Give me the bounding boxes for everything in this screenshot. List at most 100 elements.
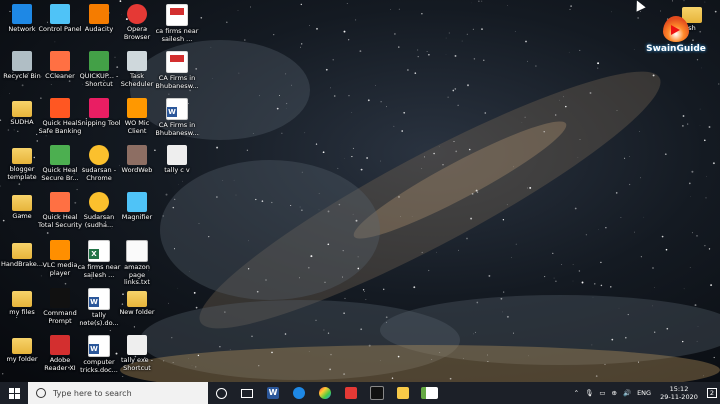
star — [454, 54, 457, 57]
taskbar-book[interactable] — [416, 382, 442, 404]
star — [476, 191, 479, 193]
star — [461, 40, 463, 42]
start-button[interactable] — [0, 382, 28, 404]
star — [661, 235, 664, 238]
star — [476, 301, 479, 304]
desktop-icon[interactable]: Magnifier — [115, 192, 159, 222]
desktop-icon[interactable]: tally exe - Shortcut — [115, 335, 159, 372]
desktop-icon[interactable]: Adobe Reader XI — [38, 335, 82, 372]
star — [555, 280, 557, 283]
desktop-icon[interactable]: tally c v — [155, 145, 199, 175]
star — [708, 248, 711, 250]
desktop-icon[interactable]: WO Mic Client — [115, 98, 159, 135]
txt-icon — [126, 240, 148, 262]
word-icon — [166, 98, 188, 120]
star — [628, 183, 631, 186]
star — [682, 340, 684, 343]
desktop-icon[interactable]: Task Scheduler — [115, 51, 159, 88]
star — [329, 368, 332, 371]
desktop-icon-label: Quick Heal Secure Br... — [41, 166, 79, 182]
star — [368, 344, 371, 347]
star — [525, 40, 527, 43]
desktop-icon[interactable]: Quick Heal Total Security — [38, 192, 82, 229]
star — [397, 355, 400, 358]
star — [428, 269, 430, 272]
desktop-icon[interactable]: Command Prompt — [38, 288, 82, 325]
desktop-icon[interactable]: Quick Heal Safe Banking — [38, 98, 82, 135]
star — [687, 123, 689, 125]
star — [579, 49, 581, 51]
desktop-icon[interactable]: VLC media player — [38, 240, 82, 277]
network-icon[interactable]: ▭ — [599, 389, 605, 397]
taskbar-media[interactable] — [338, 382, 364, 404]
star — [581, 281, 584, 284]
notification-center-button[interactable]: 2 — [706, 388, 717, 398]
star — [391, 377, 394, 379]
desktop-icon[interactable]: ca firms near sailesh ... — [155, 4, 199, 43]
star — [475, 189, 478, 192]
volume-icon[interactable]: 🔊 — [623, 389, 631, 397]
star — [333, 95, 336, 97]
task-view-button[interactable] — [234, 382, 260, 404]
star — [463, 358, 464, 359]
language-indicator[interactable]: ENG — [637, 389, 651, 397]
audacity-icon — [89, 4, 109, 24]
desktop-icon[interactable]: New folder — [115, 288, 159, 317]
star — [699, 108, 701, 110]
star — [654, 331, 656, 333]
taskbar-cmd[interactable] — [364, 382, 390, 404]
star — [600, 261, 602, 264]
taskbar-search-box[interactable]: Type here to search — [28, 382, 208, 404]
star — [577, 157, 579, 158]
globe-icon[interactable]: ⊕ — [612, 389, 617, 397]
star — [570, 5, 572, 7]
star — [483, 59, 485, 61]
star — [318, 193, 320, 194]
star — [688, 182, 691, 185]
star — [162, 215, 164, 217]
taskbar-edge[interactable] — [286, 382, 312, 404]
star — [200, 16, 203, 19]
star — [45, 135, 47, 137]
star — [46, 232, 49, 234]
desktop-icon[interactable]: amazon page links.txt — [115, 240, 159, 287]
desktop-icon-label: CCleaner — [45, 72, 75, 80]
taskbar-explorer[interactable] — [390, 382, 416, 404]
star — [604, 363, 606, 365]
star — [683, 0, 685, 2]
desktop-icon[interactable]: WordWeb — [115, 145, 159, 175]
star — [704, 1, 706, 3]
star — [718, 83, 720, 85]
star — [307, 266, 310, 269]
star — [417, 49, 419, 51]
star — [507, 5, 508, 6]
star — [330, 353, 332, 356]
desktop-icon[interactable]: Opera Browser — [115, 4, 159, 41]
star — [414, 72, 417, 74]
desktop-icon[interactable]: CA Firms in Bhubanesw... — [155, 98, 199, 137]
star — [208, 235, 210, 238]
star — [322, 151, 325, 154]
taskbar-paint[interactable] — [312, 382, 338, 404]
qhbank-icon — [50, 98, 70, 118]
control-icon — [50, 4, 70, 24]
star — [357, 267, 360, 270]
clock[interactable]: 15:12 29-11-2020 — [660, 385, 698, 401]
star — [625, 336, 627, 339]
pdf-icon — [166, 51, 188, 73]
show-hidden-icons-button[interactable]: ⌃ — [574, 389, 579, 397]
desktop-icon[interactable]: CA Firms in Bhubanesw... — [155, 51, 199, 90]
star — [487, 354, 488, 356]
star — [244, 39, 246, 41]
desktop-icon[interactable]: Quick Heal Secure Br... — [38, 145, 82, 182]
taskbar-word[interactable]: W — [260, 382, 286, 404]
star — [359, 50, 362, 53]
desktop-icon[interactable]: CCleaner — [38, 51, 82, 81]
star — [219, 346, 221, 348]
star — [597, 62, 600, 65]
microphone-icon[interactable]: 🎙 — [585, 389, 593, 397]
star — [475, 331, 476, 333]
desktop-icon[interactable]: Control Panel — [38, 4, 82, 34]
cortana-button[interactable] — [208, 382, 234, 404]
star — [710, 284, 713, 287]
